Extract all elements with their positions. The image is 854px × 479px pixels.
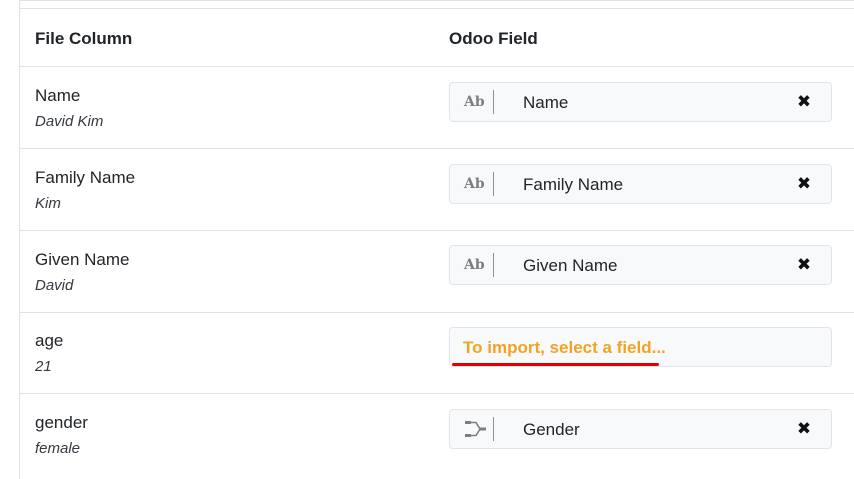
type-separator (493, 253, 494, 277)
file-column-sample: 21 (35, 358, 52, 375)
file-column-name: Family Name (35, 168, 136, 187)
table-row: age 21 To import, select a field... (20, 312, 854, 394)
field-selector-empty[interactable]: To import, select a field... (449, 327, 832, 367)
text-icon: Ab (464, 94, 485, 110)
field-selector-value: Family Name (523, 175, 624, 194)
text-icon: Ab (464, 176, 485, 192)
type-separator (493, 172, 494, 196)
clear-icon[interactable]: ✖ (795, 256, 813, 274)
table-top-strip (20, 1, 854, 9)
field-selector-value: Gender (523, 420, 580, 439)
file-column-name: age (35, 331, 64, 350)
text-icon: Ab (464, 257, 485, 273)
field-selector-placeholder: To import, select a field... (463, 338, 666, 357)
table-row: Family Name Kim Ab Family Name ✖ (20, 149, 854, 231)
table-row: gender female Gender ✖ (20, 394, 854, 476)
field-selector-value: Given Name (523, 256, 618, 275)
table-row: Given Name David Ab Given Name ✖ (20, 231, 854, 313)
file-column-name: Name (35, 86, 81, 105)
type-separator (493, 90, 494, 114)
type-separator (493, 417, 494, 441)
file-column-sample: female (35, 440, 81, 457)
import-mapping-table: File Column Odoo Field Name David Kim Ab… (19, 0, 854, 479)
field-selector[interactable]: Ab Family Name ✖ (449, 164, 832, 204)
file-column-name: gender (35, 413, 88, 432)
clear-icon[interactable]: ✖ (795, 93, 813, 111)
clear-icon[interactable]: ✖ (795, 420, 813, 438)
field-selector[interactable]: Ab Given Name ✖ (449, 245, 832, 285)
highlight-underline (452, 363, 659, 366)
table-row: Name David Kim Ab Name ✖ (20, 67, 854, 149)
field-selector[interactable]: Ab Name ✖ (449, 82, 832, 122)
odoo-field-header: Odoo Field (449, 29, 538, 48)
file-column-sample: Kim (35, 195, 61, 212)
file-column-name: Given Name (35, 250, 130, 269)
clear-icon[interactable]: ✖ (795, 175, 813, 193)
field-selector[interactable]: Gender ✖ (449, 409, 832, 449)
selection-icon (464, 418, 494, 440)
file-column-header: File Column (35, 29, 133, 48)
file-column-sample: David Kim (35, 113, 104, 130)
field-selector-value: Name (523, 93, 569, 112)
file-column-sample: David (35, 277, 74, 294)
table-header: File Column Odoo Field (20, 10, 854, 67)
